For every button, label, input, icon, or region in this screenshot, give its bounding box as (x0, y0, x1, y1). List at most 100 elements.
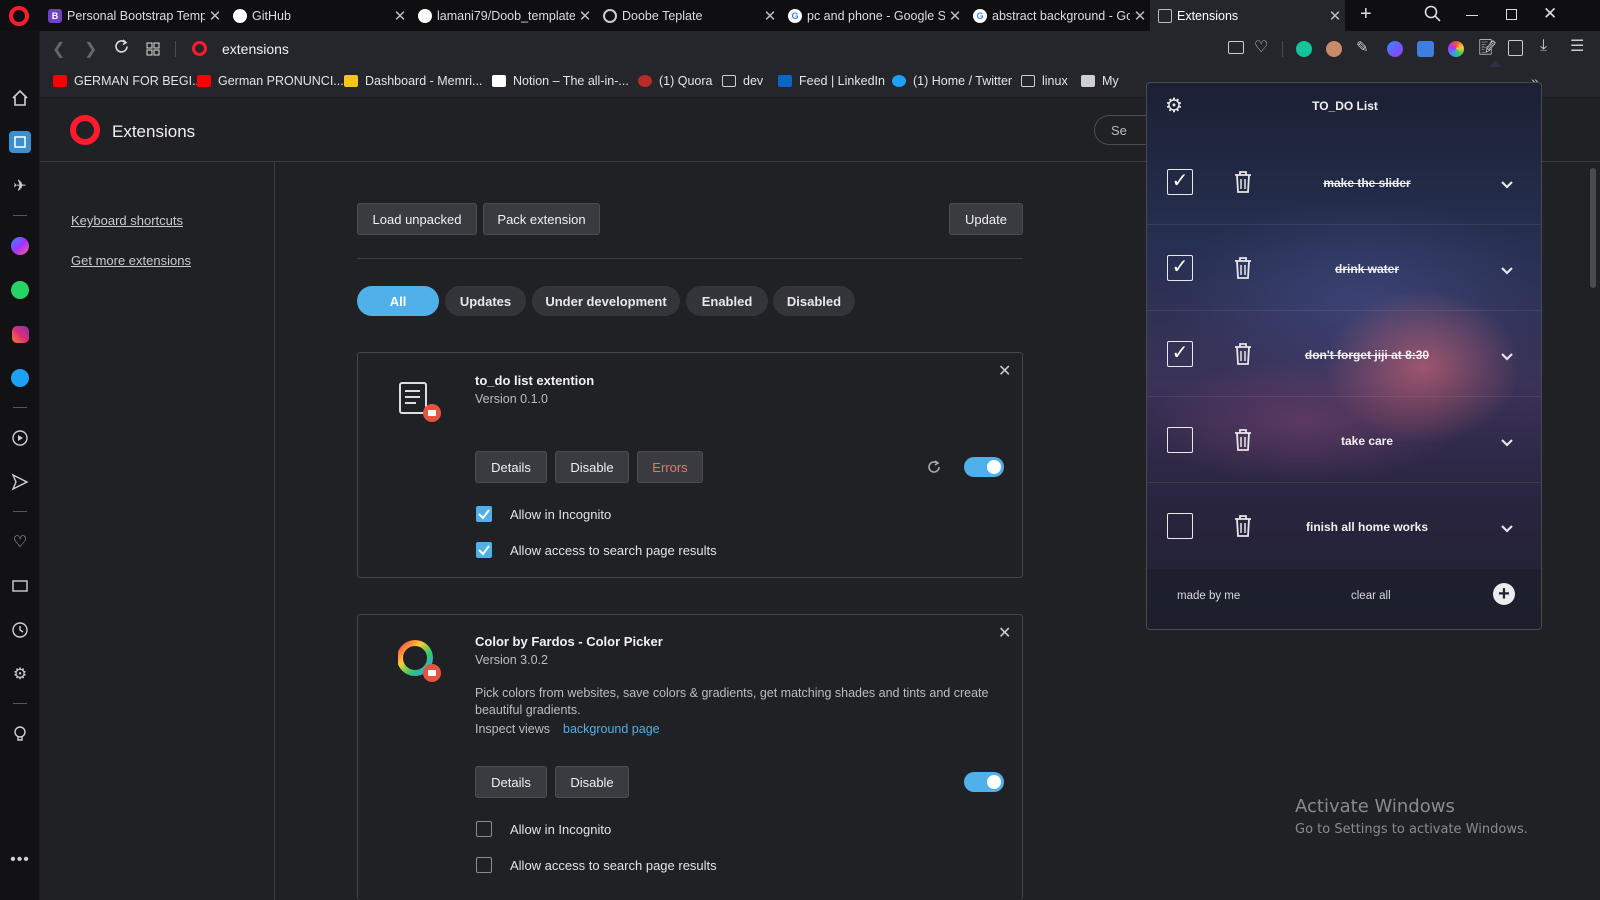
bookmark-item[interactable]: Feed | LinkedIn (778, 74, 885, 88)
send-icon[interactable] (9, 471, 31, 493)
trash-icon[interactable] (1233, 256, 1253, 280)
close-tab-icon[interactable]: ✕ (1130, 7, 1150, 25)
history-clock-icon[interactable] (9, 619, 31, 641)
trash-icon[interactable] (1233, 170, 1253, 194)
heart-bookmark-icon[interactable]: ♡ (1254, 37, 1268, 57)
page-scrollbar-thumb[interactable] (1590, 168, 1596, 288)
tab-google-pc-and-phone[interactable]: G pc and phone - Google Search ✕ (780, 0, 965, 31)
extensions-cube-icon[interactable] (1508, 40, 1523, 56)
bookmark-item[interactable]: dev (722, 74, 763, 88)
remove-extension-icon[interactable]: ✕ (998, 623, 1011, 643)
allow-search-checkbox[interactable] (476, 542, 492, 558)
address-input[interactable]: extensions (222, 41, 289, 57)
easy-setup-menu-icon[interactable]: ☰ (1570, 36, 1584, 56)
reload-extension-icon[interactable] (926, 459, 942, 480)
tab-google-abstract-background[interactable]: G abstract background - Google Search ✕ (965, 0, 1150, 31)
chevron-down-icon[interactable] (1499, 263, 1515, 279)
enable-toggle[interactable] (964, 457, 1004, 477)
camera-snapshot-icon[interactable] (1228, 41, 1244, 54)
home-icon[interactable] (9, 87, 31, 109)
tab-grid-icon[interactable] (146, 42, 160, 61)
todo-extension-icon[interactable]: 📝︎ (1478, 38, 1497, 56)
filter-enabled[interactable]: Enabled (686, 286, 768, 316)
close-tab-icon[interactable]: ✕ (390, 7, 410, 25)
bookmark-item[interactable]: linux (1021, 74, 1068, 88)
back-arrow-icon[interactable]: ❮ (52, 39, 65, 59)
disable-button[interactable]: Disable (555, 451, 629, 483)
forward-arrow-icon[interactable]: ❯ (84, 39, 97, 59)
errors-button[interactable]: Errors (637, 451, 703, 483)
player-icon[interactable] (9, 427, 31, 449)
close-tab-icon[interactable]: ✕ (945, 7, 965, 25)
search-tabs-icon[interactable] (1424, 5, 1444, 25)
new-tab-plus-icon[interactable]: + (1360, 3, 1372, 26)
todo-checkbox[interactable]: ✓ (1167, 255, 1193, 281)
trash-icon[interactable] (1233, 428, 1253, 452)
background-page-link[interactable]: background page (563, 722, 660, 736)
chevron-down-icon[interactable] (1499, 349, 1515, 365)
bookmark-item[interactable]: Dashboard - Memri... (344, 74, 482, 88)
details-button[interactable]: Details (475, 451, 547, 483)
tab-github[interactable]: GitHub ✕ (225, 0, 410, 31)
get-more-extensions-link[interactable]: Get more extensions (71, 253, 191, 268)
reload-icon[interactable] (113, 38, 130, 60)
heart-icon[interactable]: ♡ (9, 531, 31, 553)
bookmark-item[interactable]: German PRONUNCI... (197, 74, 344, 88)
todo-checkbox[interactable] (1167, 513, 1193, 539)
tab-personal-bootstrap[interactable]: B Personal Bootstrap Template ✕ (40, 0, 225, 31)
bookmark-item[interactable]: Notion – The all-in-... (492, 74, 629, 88)
filter-under-development[interactable]: Under development (532, 286, 680, 316)
color-picker-extension-icon[interactable] (1448, 41, 1464, 57)
close-tab-icon[interactable]: ✕ (575, 7, 595, 25)
todo-checkbox[interactable]: ✓ (1167, 341, 1193, 367)
speed-dial-icon[interactable] (9, 131, 31, 153)
filter-disabled[interactable]: Disabled (773, 286, 855, 316)
bookmark-item[interactable]: (1) Home / Twitter (892, 74, 1012, 88)
chevron-down-icon[interactable] (1499, 521, 1515, 537)
chevron-down-icon[interactable] (1499, 435, 1515, 451)
twitter-icon[interactable] (9, 367, 31, 389)
whatsapp-icon[interactable] (9, 279, 31, 301)
bookmark-item[interactable]: My (1081, 74, 1119, 88)
search-extensions-input[interactable]: Se (1094, 115, 1154, 145)
todo-checkbox[interactable]: ✓ (1167, 169, 1193, 195)
filter-updates[interactable]: Updates (445, 286, 526, 316)
remove-extension-icon[interactable]: ✕ (998, 361, 1011, 381)
tab-extensions[interactable]: Extensions ✕ (1150, 0, 1345, 31)
allow-incognito-checkbox[interactable] (476, 506, 492, 522)
close-tab-icon[interactable]: ✕ (760, 7, 780, 25)
more-dots-icon[interactable]: ••• (9, 849, 31, 871)
download-icon[interactable]: ⤓ (1540, 37, 1547, 55)
opera-menu-logo[interactable] (9, 6, 29, 26)
settings-gear-icon[interactable]: ⚙ (9, 663, 31, 685)
messenger-extension-icon[interactable] (1387, 41, 1403, 57)
minimize-window-icon[interactable] (1466, 15, 1478, 16)
grammarly-icon[interactable] (1296, 41, 1312, 57)
add-todo-plus-icon[interactable]: + (1493, 583, 1515, 605)
chevron-down-icon[interactable] (1499, 177, 1515, 193)
trash-icon[interactable] (1233, 342, 1253, 366)
bookmark-item[interactable]: GERMAN FOR BEGI... (53, 74, 203, 88)
allow-search-checkbox[interactable] (476, 857, 492, 873)
close-window-icon[interactable]: ✕ (1543, 4, 1557, 24)
enable-toggle[interactable] (964, 772, 1004, 792)
tab-islands-icon[interactable] (9, 575, 31, 597)
update-button[interactable]: Update (949, 203, 1023, 235)
trash-icon[interactable] (1233, 514, 1253, 538)
airplane-icon[interactable]: ✈ (9, 175, 31, 197)
instagram-icon[interactable] (9, 323, 31, 345)
bookmark-item[interactable]: (1) Quora (638, 74, 713, 88)
close-tab-icon[interactable]: ✕ (205, 7, 225, 25)
close-tab-icon[interactable]: ✕ (1325, 7, 1345, 25)
load-unpacked-button[interactable]: Load unpacked (357, 203, 477, 235)
todo-checkbox[interactable] (1167, 427, 1193, 453)
pack-extension-button[interactable]: Pack extension (483, 203, 600, 235)
owl-extension-icon[interactable] (1326, 41, 1342, 57)
translate-icon[interactable] (1417, 41, 1434, 57)
restore-window-icon[interactable] (1506, 9, 1517, 20)
messenger-icon[interactable] (9, 235, 31, 257)
tab-doobe-teplate[interactable]: Doobe Teplate ✕ (595, 0, 780, 31)
clear-all-button[interactable]: clear all (1351, 590, 1391, 602)
details-button[interactable]: Details (475, 766, 547, 798)
lightbulb-icon[interactable] (9, 723, 31, 745)
